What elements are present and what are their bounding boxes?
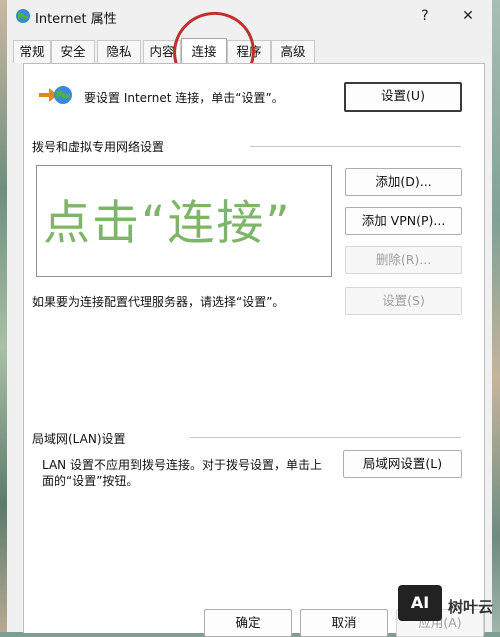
ok-button[interactable]: 确定 <box>204 609 292 637</box>
setup-instruction: 要设置 Internet 连接，单击“设置”。 <box>84 91 284 105</box>
connections-listbox[interactable]: 点击“连接” <box>36 165 332 277</box>
tab-security[interactable]: 安全 <box>51 40 95 63</box>
cancel-button[interactable]: 取消 <box>300 609 388 637</box>
close-button[interactable]: ✕ <box>453 5 483 27</box>
annotation-text: 点击“连接” <box>43 196 292 251</box>
lan-heading: 局域网(LAN)设置 <box>32 432 126 446</box>
dialup-divider <box>250 146 461 147</box>
watermark-text: 树叶云 <box>448 598 494 616</box>
add-vpn-button[interactable]: 添加 VPN(P)... <box>345 207 462 235</box>
dialup-heading: 拨号和虚拟专用网络设置 <box>32 140 165 154</box>
lan-info-line2: 面的“设置”按钮。 <box>42 474 139 488</box>
tab-privacy[interactable]: 隐私 <box>97 40 141 63</box>
help-button[interactable]: ? <box>411 5 439 27</box>
watermark-logo: AI <box>398 585 442 621</box>
lan-settings-button[interactable]: 局域网设置(L) <box>343 450 462 478</box>
setup-button[interactable]: 设置(U) <box>344 82 462 112</box>
lan-divider <box>190 437 461 438</box>
window-title: Internet 属性 <box>35 12 117 27</box>
tab-general[interactable]: 常规 <box>13 40 51 63</box>
tab-advanced[interactable]: 高级 <box>271 40 315 63</box>
add-button[interactable]: 添加(D)... <box>345 168 462 196</box>
title-bar: Internet 属性 ? ✕ <box>7 0 492 32</box>
lan-info-line1: LAN 设置不应用到拨号连接。对于拨号设置，单击上 <box>42 458 322 472</box>
remove-button[interactable]: 删除(R)... <box>345 246 462 274</box>
internet-properties-dialog: Internet 属性 ? ✕ 常规 安全 隐私 内容 连接 程序 高级 要设置… <box>7 0 492 637</box>
proxy-instruction: 如果要为连接配置代理服务器，请选择“设置”。 <box>32 295 285 309</box>
connections-panel: 要设置 Internet 连接，单击“设置”。 设置(U) 拨号和虚拟专用网络设… <box>23 63 485 637</box>
globe-icon <box>16 9 30 23</box>
network-globe-icon <box>39 86 72 104</box>
tab-connections[interactable]: 连接 <box>181 38 227 63</box>
settings-button[interactable]: 设置(S) <box>345 287 462 315</box>
